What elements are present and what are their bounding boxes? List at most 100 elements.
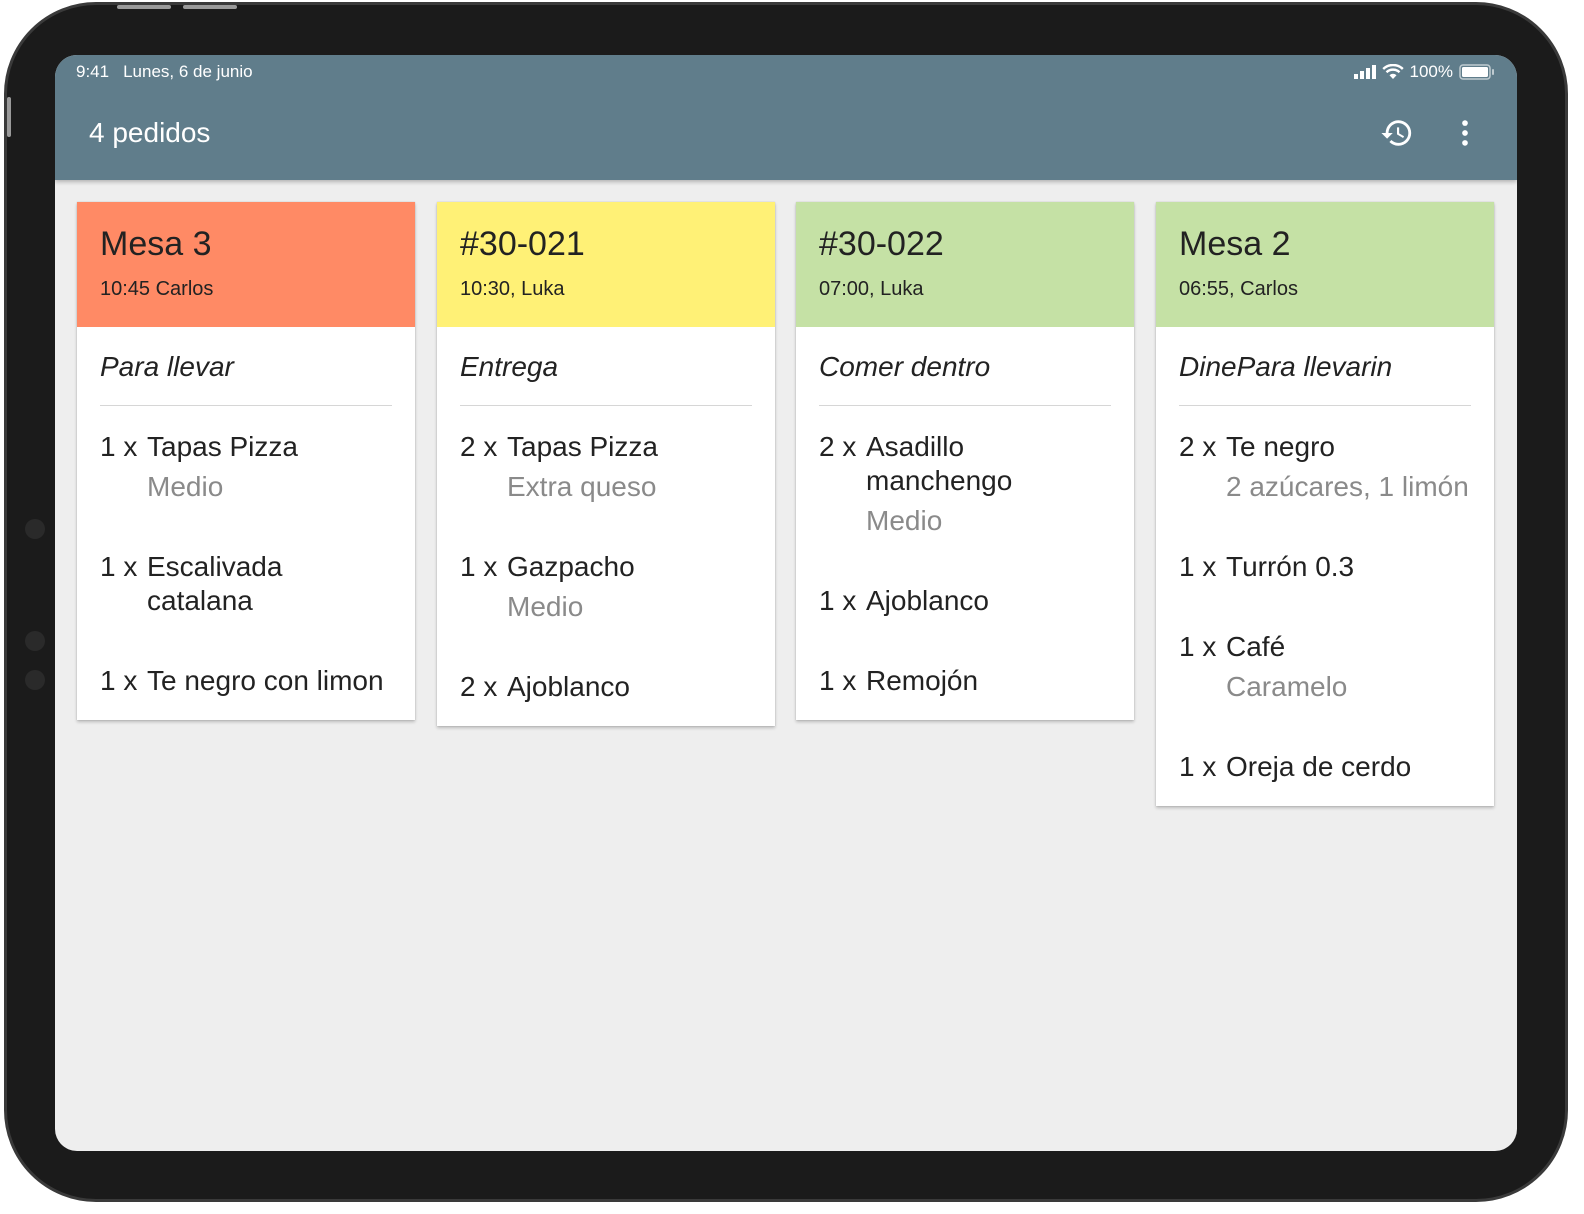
item-quantity: 1 x [100,551,138,582]
order-item[interactable]: 1 x Gazpacho Medio [460,550,752,624]
item-name: Te negro con limon [147,665,384,696]
status-bar: 9:41 Lunes, 6 de junio 100% [76,61,1495,83]
order-card[interactable]: #30-021 10:30, Luka Entrega 2 x Tapas Pizza E… [437,202,775,726]
item-description: Turrón 0.3 [1226,550,1471,584]
item-name: Asadillo manchengo [866,431,1013,496]
item-description: Te negro con limon [147,664,392,698]
item-modifier: 2 azúcares, 1 limón [1226,471,1469,502]
order-item[interactable]: 2 x Te negro 2 azúcares, 1 limón [1179,430,1471,504]
item-description: Tapas Pizza Medio [147,430,392,504]
order-item[interactable]: 1 x Turrón 0.3 [1179,550,1471,584]
page-title: 4 pedidos [89,117,211,148]
order-item[interactable]: 1 x Remojón [819,664,1111,698]
status-time: 9:41 [76,62,110,81]
item-quantity: 1 x [460,551,498,582]
item-quantity: 2 x [1179,431,1217,462]
order-card-header[interactable]: Mesa 2 06:55, Carlos [1156,202,1494,327]
item-name: Escalivada catalana [147,551,283,616]
item-description: Te negro 2 azúcares, 1 limón [1226,430,1471,504]
order-type: DinePara llevarin [1179,327,1471,406]
item-quantity: 1 x [819,665,857,696]
wifi-icon [1381,64,1404,79]
order-item[interactable]: 2 x Tapas Pizza Extra queso [460,430,752,504]
item-quantity: 1 x [1179,631,1217,662]
order-item[interactable]: 1 x Escalivada catalana [100,550,392,618]
order-title: Mesa 2 [1179,225,1291,263]
top-button [117,5,171,9]
order-item[interactable]: 1 x Oreja de cerdo [1179,750,1471,784]
battery-icon [1459,64,1494,80]
item-quantity: 2 x [819,431,857,462]
item-description: Oreja de cerdo [1226,750,1471,784]
item-description: Ajoblanco [507,670,752,704]
item-quantity: 1 x [1179,751,1217,782]
order-items: 2 x Te negro 2 azúcares, 1 limón 1 x Turrón … [1179,406,1471,806]
item-quantity: 2 x [460,671,498,702]
item-modifier: Caramelo [1226,671,1348,702]
order-card-body: Entrega 2 x Tapas Pizza Extra queso 1 x Gazpa… [437,327,775,726]
order-item[interactable]: 1 x Tapas Pizza Medio [100,430,392,504]
item-quantity: 1 x [1179,551,1217,582]
order-card-body: DinePara llevarin 2 x Te negro 2 azúcares, … [1156,327,1494,806]
item-quantity: 1 x [100,431,138,462]
order-card[interactable]: #30-022 07:00, Luka Comer dentro 2 x Asadill… [796,202,1134,720]
order-item[interactable]: 2 x Ajoblanco [460,670,752,704]
order-title: #30-022 [819,225,944,263]
order-time-waiter: 10:45 Carlos [100,278,214,300]
side-button [7,97,11,137]
item-name: Remojón [866,665,979,696]
camera-dot [25,519,45,539]
order-title: #30-021 [460,225,585,263]
order-type: Para llevar [100,327,392,406]
order-title: Mesa 3 [100,225,212,263]
item-description: Gazpacho Medio [507,550,752,624]
item-name: Turrón 0.3 [1226,551,1355,582]
order-item[interactable]: 1 x Te negro con limon [100,664,392,698]
battery-percent: 100% [1409,62,1453,81]
order-card[interactable]: Mesa 3 10:45 Carlos Para llevar 1 x Tapas Pi… [77,202,415,720]
order-items: 1 x Tapas Pizza Medio 1 x Escalivada catalan… [100,406,392,720]
history-button[interactable] [1377,113,1417,153]
item-description: Remojón [866,664,1111,698]
item-modifier: Medio [507,591,584,622]
order-card-header[interactable]: Mesa 3 10:45 Carlos [77,202,415,327]
item-modifier: Medio [147,471,224,502]
order-time-waiter: 07:00, Luka [819,278,924,300]
status-date: Lunes, 6 de junio [123,62,253,81]
item-quantity: 1 x [819,585,857,616]
order-items: 2 x Tapas Pizza Extra queso 1 x Gazpacho Medi… [460,406,752,726]
item-modifier: Extra queso [507,471,657,502]
status-indicators: 100% [1353,62,1495,82]
order-time-waiter: 10:30, Luka [460,278,565,300]
item-name: Café [1226,631,1286,662]
item-quantity: 1 x [100,665,138,696]
order-items: 2 x Asadillo manchengo Medio 1 x Ajoblanco 1 … [819,406,1111,720]
order-item[interactable]: 1 x Café Caramelo [1179,630,1471,704]
screen: 9:41 Lunes, 6 de junio 100% 4 pedidos Me… [55,55,1517,1151]
order-card-header[interactable]: #30-022 07:00, Luka [796,202,1134,327]
item-modifier: Medio [866,505,943,536]
order-type: Comer dentro [819,327,1111,406]
item-name: Oreja de cerdo [1226,751,1412,782]
item-name: Gazpacho [507,551,635,582]
order-item[interactable]: 2 x Asadillo manchengo Medio [819,430,1111,538]
order-card[interactable]: Mesa 2 06:55, Carlos DinePara llevarin 2 x T… [1156,202,1494,806]
order-card-body: Comer dentro 2 x Asadillo manchengo Medio 1 … [796,327,1134,720]
item-description: Asadillo manchengo Medio [866,430,1111,538]
item-name: Ajoblanco [507,671,630,702]
signal-icon [1353,65,1376,79]
camera-dot [25,631,45,651]
camera-dot [25,670,45,690]
item-name: Te negro [1226,431,1335,462]
order-card-header[interactable]: #30-021 10:30, Luka [437,202,775,327]
app-bar: 9:41 Lunes, 6 de junio 100% 4 pedidos [55,55,1517,180]
item-quantity: 2 x [460,431,498,462]
order-card-body: Para llevar 1 x Tapas Pizza Medio 1 x Escaliv… [77,327,415,720]
history-icon [1381,120,1412,146]
order-item[interactable]: 1 x Ajoblanco [819,584,1111,618]
more-vertical-icon [1462,120,1468,146]
item-name: Tapas Pizza [147,431,298,462]
more-menu-button[interactable] [1445,113,1485,153]
item-name: Ajoblanco [866,585,989,616]
item-description: Tapas Pizza Extra queso [507,430,752,504]
